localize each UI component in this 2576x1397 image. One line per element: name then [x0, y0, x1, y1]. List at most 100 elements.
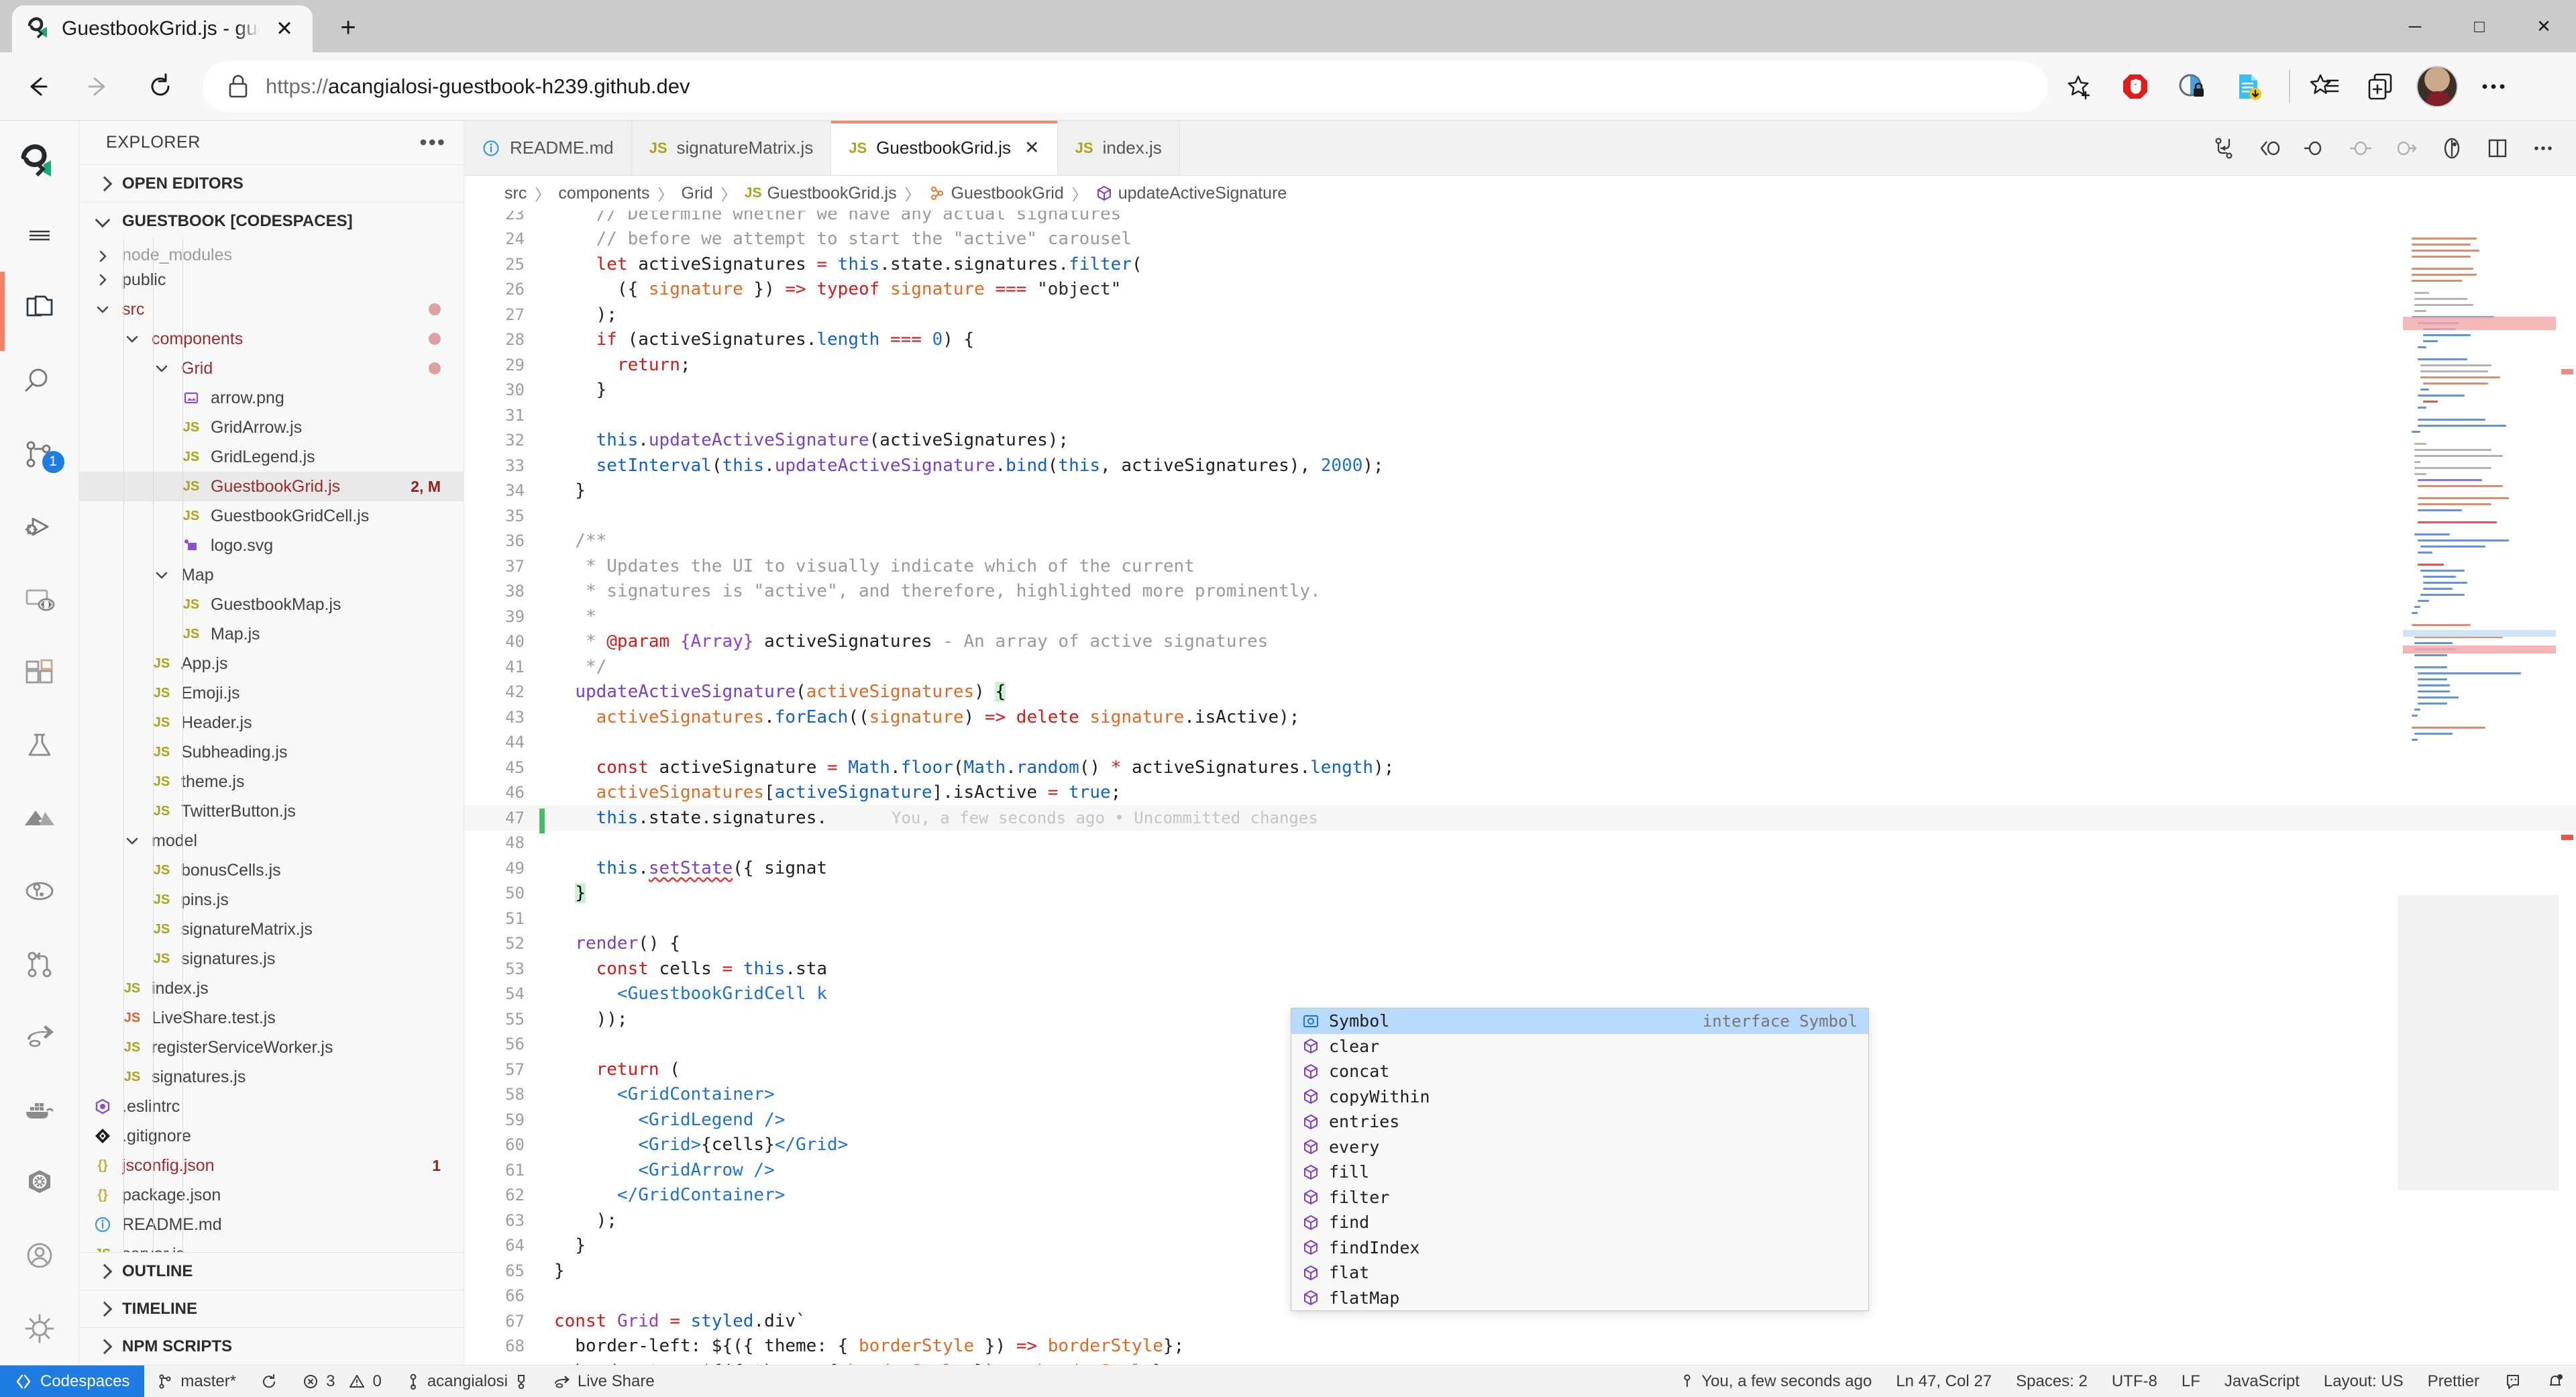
sidebar-item-extensions[interactable] [0, 636, 79, 709]
tree-file-twitterbutton.js[interactable]: JS TwitterButton.js [79, 796, 464, 826]
code-line[interactable]: 35 [464, 503, 2576, 529]
tab-close-icon[interactable]: ✕ [1024, 138, 1040, 158]
status-bar-item-ln-47-col-27[interactable]: Ln 47, Col 27 [1884, 1365, 2004, 1397]
suggest-item-find[interactable]: find [1291, 1210, 1868, 1235]
status-bar-item-layout-us[interactable]: Layout: US [2312, 1365, 2416, 1397]
browser-tab-close-icon[interactable]: ✕ [270, 14, 299, 44]
suggest-item-symbol[interactable]: Symbol interface Symbol [1291, 1008, 1868, 1034]
code-line[interactable]: 29 return; [464, 352, 2576, 378]
tree-file-package.json[interactable]: {} package.json [79, 1180, 464, 1210]
status-bar-item-you-a-few-seconds-ago[interactable]: You, a few seconds ago [1668, 1365, 1884, 1397]
tree-file-liveshare.test.js[interactable]: JS LiveShare.test.js [79, 1003, 464, 1033]
tree-file-app.js[interactable]: JS App.js [79, 649, 464, 678]
code-line[interactable]: 54 <GuestbookGridCell k [464, 982, 2576, 1007]
tree-file-map.js[interactable]: JS Map.js [79, 619, 464, 649]
tree-file-guestbookgridcell.js[interactable]: JS GuestbookGridCell.js [79, 501, 464, 531]
intellisense-suggest-widget[interactable]: Symbol interface Symbol clear concat copyWit… [1291, 1008, 1869, 1311]
download-document-icon[interactable] [2223, 62, 2273, 111]
sidebar-item-github-actions[interactable] [0, 855, 79, 928]
status-bar-item-spaces-2[interactable]: Spaces: 2 [2004, 1365, 2100, 1397]
live-share-session-icon[interactable] [2431, 127, 2473, 169]
editor-scrollbar[interactable] [2559, 211, 2576, 1365]
code-line[interactable]: 48 [464, 831, 2576, 856]
sidebar-section-timeline[interactable]: TIMELINE [79, 1290, 464, 1327]
suggest-item-flatmap[interactable]: flatMap [1291, 1286, 1868, 1311]
previous-change-icon[interactable] [2340, 127, 2381, 169]
breadcrumb[interactable]: src 〉 components 〉 Grid 〉 JS GuestbookGrid.js 〉 G… [464, 176, 2576, 211]
collections-star-icon[interactable] [2300, 62, 2349, 111]
suggest-item-findindex[interactable]: findIndex [1291, 1235, 1868, 1261]
code-line[interactable]: 43 activeSignatures.forEach((signature) … [464, 705, 2576, 730]
status-bar-item-3[interactable]: 30 [290, 1365, 394, 1397]
tree-folder-components[interactable]: components [79, 324, 464, 354]
code-line[interactable]: 68 border-left: ${({ theme: { borderStyl… [464, 1334, 2576, 1359]
tree-file-gridlegend.js[interactable]: JS GridLegend.js [79, 442, 464, 472]
tree-file-logo.svg[interactable]: logo.svg [79, 531, 464, 560]
suggest-item-clear[interactable]: clear [1291, 1034, 1868, 1059]
tree-file-subheading.js[interactable]: JS Subheading.js [79, 737, 464, 767]
tree-file-signatures.js[interactable]: JS signatures.js [79, 944, 464, 974]
status-bar-item-master[interactable]: master* [144, 1365, 248, 1397]
tree-file-.gitignore[interactable]: .gitignore [79, 1121, 464, 1151]
tab-guestbookgrid-js[interactable]: JS GuestbookGrid.js ✕ [831, 121, 1058, 175]
code-line[interactable]: 42 updateActiveSignature(activeSignature… [464, 680, 2576, 705]
suggest-item-copywithin[interactable]: copyWithin [1291, 1084, 1868, 1110]
status-bar-item-feedback-smiley-icon[interactable] [2491, 1365, 2534, 1397]
code-line[interactable]: 38 * signatures is "active", and therefo… [464, 579, 2576, 605]
file-tree[interactable]: node_modules public src components Grid arrow… [79, 240, 464, 1252]
adblock-shield-icon[interactable] [2110, 62, 2160, 111]
suggest-item-fill[interactable]: fill [1291, 1159, 1868, 1185]
tree-folder-map[interactable]: Map [79, 560, 464, 590]
tree-file-index.js[interactable]: JS index.js [79, 974, 464, 1003]
tab-signaturematrix-js[interactable]: JS signatureMatrix.js [631, 121, 832, 175]
reload-arrow-icon[interactable] [136, 62, 185, 111]
sidebar-section-outline[interactable]: OUTLINE [79, 1252, 464, 1290]
code-line[interactable]: 27 ); [464, 302, 2576, 327]
suggest-item-every[interactable]: every [1291, 1135, 1868, 1160]
browser-settings-more-icon[interactable] [2469, 62, 2518, 111]
tree-file-signaturematrix.js[interactable]: JS signatureMatrix.js [79, 915, 464, 944]
tree-file-gridarrow.js[interactable]: JS GridArrow.js [79, 413, 464, 442]
sidebar-item-azure[interactable] [0, 782, 79, 855]
code-line[interactable]: 31 [464, 403, 2576, 428]
tree-file-guestbookgrid.js[interactable]: JS GuestbookGrid.js 2, M [79, 472, 464, 502]
breadcrumb-item[interactable]: Grid [682, 184, 713, 203]
status-bar-item-live-share[interactable]: Live Share [540, 1365, 667, 1397]
tab-index-js[interactable]: JS index.js [1057, 121, 1180, 175]
code-line[interactable]: 51 [464, 906, 2576, 931]
code-line[interactable]: 49 this.setState({ signat [464, 856, 2576, 881]
breadcrumb-item[interactable]: src [504, 184, 527, 203]
account-person-icon[interactable] [0, 1219, 79, 1292]
status-bar-item-lf[interactable]: LF [2169, 1365, 2212, 1397]
code-line[interactable]: 33 setInterval(this.updateActiveSignatur… [464, 453, 2576, 478]
add-tab-group-icon[interactable] [2356, 62, 2406, 111]
editor-tabs[interactable]: README.md JS signatureMatrix.js JS Guestbook… [464, 121, 2576, 176]
code-line[interactable]: 26 ({ signature }) => typeof signature =… [464, 277, 2576, 303]
tree-file-.eslintrc[interactable]: .eslintrc [79, 1092, 464, 1121]
sidebar-more-actions-icon[interactable]: ••• [419, 132, 446, 153]
code-line[interactable]: 37 * Updates the UI to visually indicate… [464, 554, 2576, 579]
breadcrumb-item[interactable]: JS GuestbookGrid.js [745, 184, 897, 203]
sidebar-item-run-and-debug[interactable] [0, 490, 79, 564]
browser-tab[interactable]: GuestbookGrid.js - guestbook [C ✕ [12, 5, 313, 52]
split-diff-icon[interactable] [2203, 127, 2245, 169]
sidebar-item-kubernetes[interactable] [0, 1146, 79, 1219]
window-maximize-button[interactable]: □ [2447, 0, 2512, 52]
sidebar-item-docker[interactable] [0, 1074, 79, 1147]
tree-file-header.js[interactable]: JS Header.js [79, 708, 464, 737]
tree-file-theme.js[interactable]: JS theme.js [79, 767, 464, 796]
window-close-button[interactable]: ✕ [2512, 0, 2576, 52]
code-line[interactable]: 50 } [464, 881, 2576, 907]
suggest-item-flat[interactable]: flat [1291, 1260, 1868, 1286]
suggest-item-concat[interactable]: concat [1291, 1059, 1868, 1084]
code-line[interactable]: 47 this.state.signatures. You, a few seco… [464, 805, 2576, 834]
favorite-star-icon[interactable] [2054, 62, 2104, 111]
suggest-item-filter[interactable]: filter [1291, 1185, 1868, 1210]
status-bar-item-utf-8[interactable]: UTF-8 [2100, 1365, 2169, 1397]
tree-folder-model[interactable]: model [79, 826, 464, 856]
status-bar-item-sync-refresh-icon[interactable] [248, 1365, 290, 1397]
code-line[interactable]: 24 // before we attempt to start the "ac… [464, 227, 2576, 252]
tab-readme-md[interactable]: README.md [464, 121, 632, 175]
profile-avatar-icon[interactable] [2412, 62, 2462, 111]
sidebar-item-explorer[interactable] [0, 272, 79, 351]
